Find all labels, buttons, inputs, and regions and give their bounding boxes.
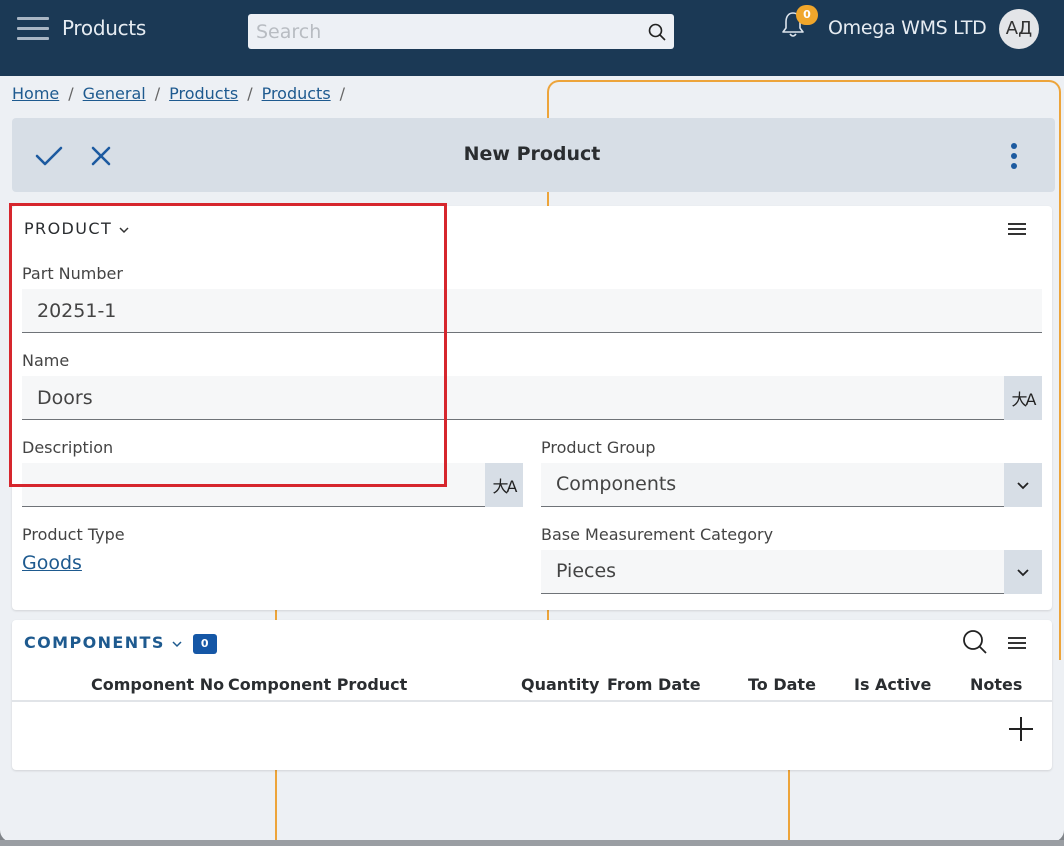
components-section: COMPONENTS 0 Component No Component Produ… [12, 620, 1052, 770]
column-header-component-no[interactable]: Component No [91, 675, 224, 694]
chevron-down-icon [1017, 568, 1029, 576]
description-translate-button[interactable]: 大A [485, 463, 523, 507]
overlay-line [788, 770, 790, 842]
column-header-notes[interactable]: Notes [970, 675, 1022, 694]
table-header-divider [12, 700, 1052, 702]
chevron-down-icon [119, 226, 129, 233]
breadcrumb-separator: / [247, 84, 253, 103]
breadcrumb-home[interactable]: Home [12, 84, 59, 103]
top-bar: Products 0 Omega WMS LTD АД [0, 0, 1064, 76]
notification-count-badge: 0 [796, 5, 818, 25]
translate-icon: 大A [492, 477, 518, 496]
description-field [22, 463, 485, 507]
breadcrumb: Home / General / Products / Products / [12, 84, 354, 103]
base-measurement-dropdown-button[interactable] [1004, 550, 1042, 594]
app-title: Products [62, 16, 146, 40]
product-section-header[interactable]: PRODUCT [24, 219, 130, 238]
product-type-label: Product Type [22, 525, 125, 544]
part-number-label: Part Number [22, 264, 123, 283]
name-input[interactable] [37, 384, 996, 412]
hamburger-menu-icon[interactable] [17, 16, 49, 42]
search-icon[interactable] [648, 23, 666, 41]
name-field [22, 376, 1004, 420]
translate-icon: 大A [1011, 390, 1037, 409]
base-measurement-category-value: Pieces [556, 560, 617, 582]
components-section-header[interactable]: COMPONENTS 0 [24, 633, 217, 654]
chevron-down-icon [1017, 481, 1029, 489]
section-menu-icon[interactable] [1008, 636, 1026, 650]
name-translate-button[interactable]: 大A [1004, 376, 1042, 420]
column-header-to-date[interactable]: To Date [748, 675, 816, 694]
section-menu-icon[interactable] [1008, 222, 1026, 236]
product-section-title: PRODUCT [24, 219, 113, 238]
components-count-badge: 0 [192, 633, 217, 654]
product-section: PRODUCT Part Number Name 大A Description … [12, 206, 1052, 610]
components-section-title: COMPONENTS [24, 633, 165, 652]
column-header-is-active[interactable]: Is Active [854, 675, 931, 694]
column-header-component-product[interactable]: Component Product [228, 675, 407, 694]
action-bar: New Product [12, 118, 1055, 192]
part-number-input[interactable] [37, 297, 1034, 325]
more-vertical-icon[interactable] [1008, 142, 1020, 170]
product-group-label: Product Group [541, 438, 656, 457]
chevron-down-icon [172, 640, 182, 647]
search-input[interactable] [256, 18, 636, 46]
app-window: Products 0 Omega WMS LTD АД Home / General… [0, 0, 1064, 842]
company-name[interactable]: Omega WMS LTD [828, 17, 987, 39]
product-group-value: Components [556, 473, 677, 495]
user-avatar[interactable]: АД [999, 9, 1039, 49]
search-icon[interactable] [962, 629, 988, 655]
search-box [248, 14, 674, 49]
breadcrumb-products-list[interactable]: Products [262, 84, 331, 103]
breadcrumb-general[interactable]: General [83, 84, 146, 103]
breadcrumb-separator: / [154, 84, 161, 103]
part-number-field [22, 289, 1042, 333]
name-label: Name [22, 351, 70, 370]
product-group-select[interactable]: Components [541, 463, 1004, 507]
base-measurement-category-select[interactable]: Pieces [541, 550, 1004, 594]
column-header-from-date[interactable]: From Date [607, 675, 701, 694]
taskbar-strip [0, 840, 1064, 846]
column-header-quantity[interactable]: Quantity [521, 675, 599, 694]
add-icon[interactable] [1008, 716, 1034, 742]
breadcrumb-products[interactable]: Products [169, 84, 238, 103]
description-input[interactable] [37, 471, 477, 499]
product-group-dropdown-button[interactable] [1004, 463, 1042, 507]
breadcrumb-separator: / [68, 84, 74, 103]
breadcrumb-separator: / [339, 84, 346, 103]
description-label: Description [22, 438, 114, 457]
base-measurement-category-label: Base Measurement Category [541, 525, 774, 544]
product-type-link[interactable]: Goods [22, 552, 82, 574]
page-title: New Product [463, 143, 601, 165]
